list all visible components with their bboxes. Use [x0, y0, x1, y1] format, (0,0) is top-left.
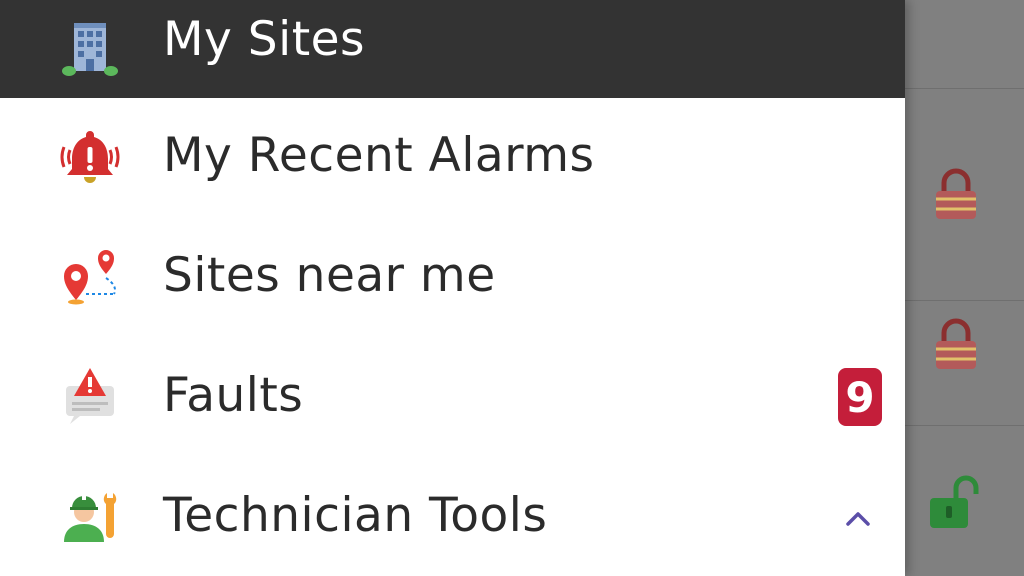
navigation-drawer: My Sites My Recent Alarms Sites near me … — [0, 0, 905, 576]
row-divider — [905, 425, 1024, 426]
drawer-item-faults[interactable]: Faults 9 — [0, 338, 905, 456]
drawer-item-label: My Recent Alarms — [163, 128, 595, 183]
drawer-item-my-sites[interactable]: My Sites — [0, 0, 905, 98]
drawer-item-sites-near-me[interactable]: Sites near me — [0, 218, 905, 336]
row-divider — [905, 300, 1024, 301]
drawer-item-my-recent-alarms[interactable]: My Recent Alarms — [0, 98, 905, 216]
office-building-icon — [58, 17, 122, 81]
drawer-item-technician-tools[interactable]: Technician Tools — [0, 458, 905, 576]
technician-icon — [58, 484, 122, 548]
drawer-item-label: Faults — [163, 368, 304, 423]
alarm-bell-icon — [58, 125, 122, 189]
map-pins-route-icon — [58, 244, 122, 308]
drawer-item-label: My Sites — [163, 12, 366, 67]
faults-count-badge: 9 — [838, 368, 882, 426]
drawer-item-label: Sites near me — [163, 248, 496, 303]
drawer-item-label: Technician Tools — [163, 488, 548, 543]
row-divider — [905, 88, 1024, 89]
chevron-up-icon[interactable] — [840, 506, 876, 530]
locked-padlock-icon — [936, 168, 976, 219]
unlocked-padlock-icon — [930, 475, 979, 528]
locked-padlock-icon — [936, 318, 976, 369]
warning-message-icon — [58, 364, 122, 428]
